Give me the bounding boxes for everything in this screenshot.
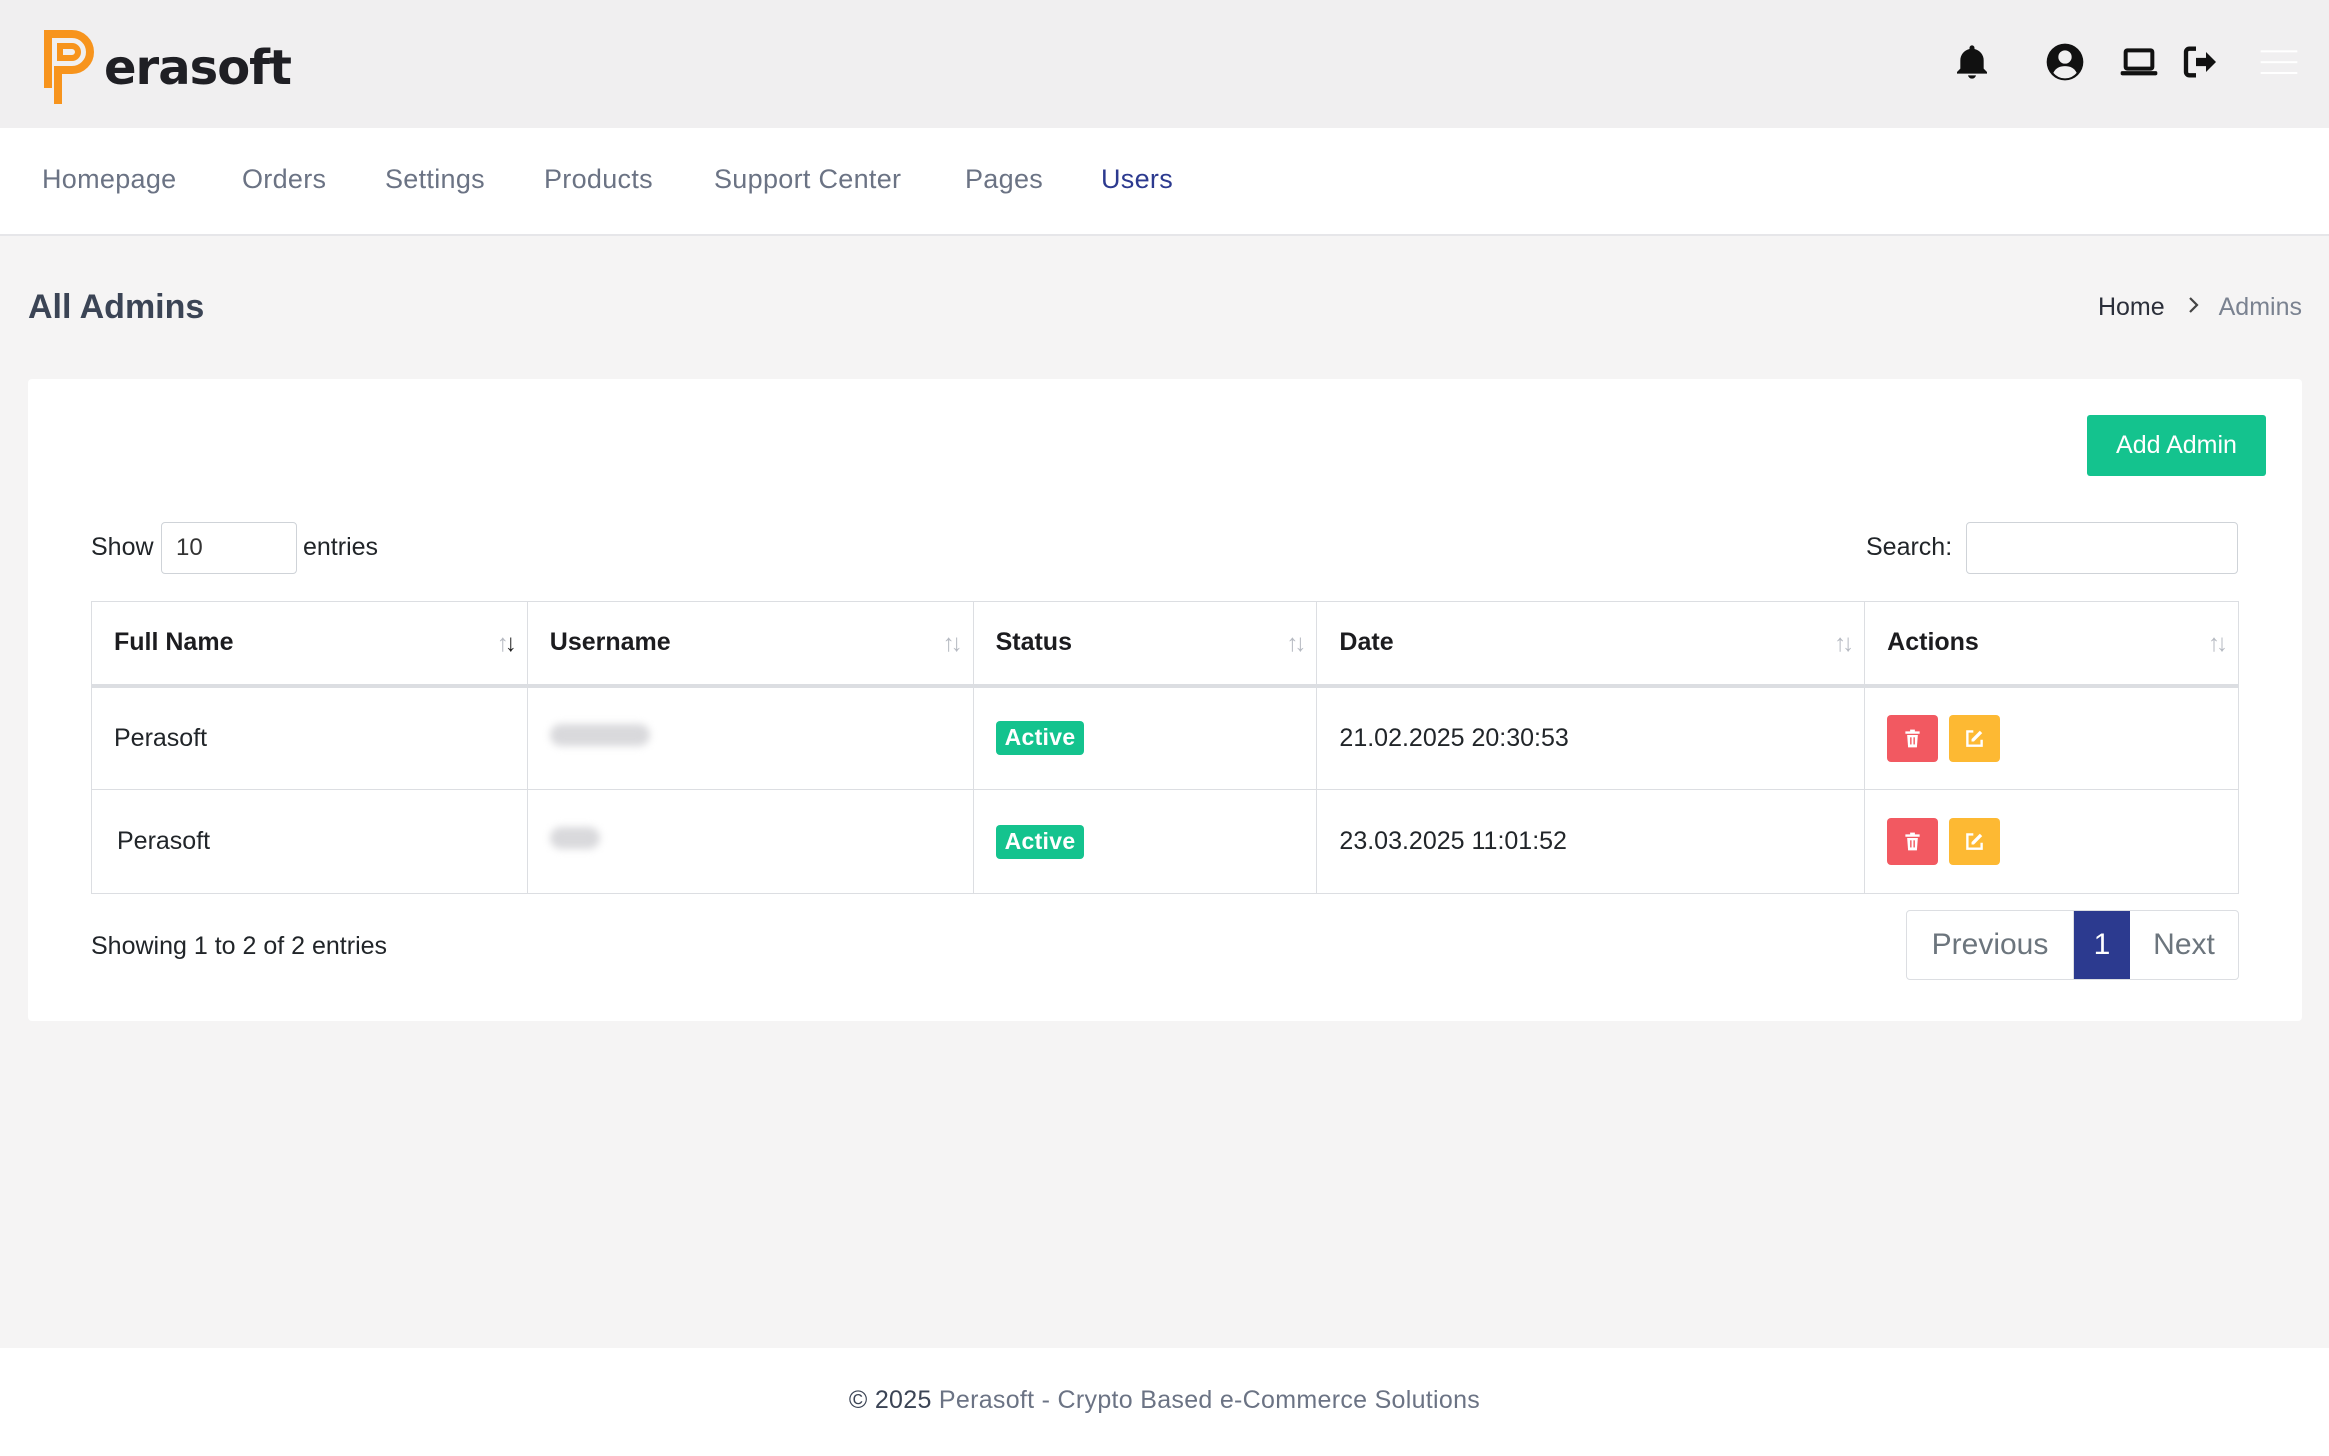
column-label: Status bbox=[995, 628, 1072, 657]
user-circle-icon[interactable] bbox=[2043, 40, 2087, 84]
sort-icon: ↑↓ bbox=[942, 630, 963, 657]
edit-button[interactable] bbox=[1949, 818, 2001, 865]
chevron-right-icon bbox=[2187, 294, 2201, 322]
nav-item-products[interactable]: Products bbox=[544, 164, 653, 195]
edit-icon bbox=[1966, 833, 1983, 850]
nav-item-pages[interactable]: Pages bbox=[965, 164, 1043, 195]
username-cell bbox=[526, 685, 974, 790]
nav-item-homepage[interactable]: Homepage bbox=[42, 164, 177, 195]
column-header-actions[interactable]: Actions ↑↓ bbox=[1864, 601, 2239, 688]
table-row: Perasoft Active 21.02.2025 20:30:53 bbox=[91, 685, 2239, 790]
trash-icon bbox=[1905, 729, 1920, 748]
sort-icon: ↑↓ bbox=[1286, 630, 1306, 657]
show-label: Show bbox=[91, 533, 154, 561]
full-name-cell: Perasoft bbox=[91, 685, 528, 790]
table-header-row: Full Name ↑↓ Username ↑↓ Status ↑↓ Date … bbox=[91, 601, 2239, 688]
actions-cell bbox=[1864, 789, 2239, 894]
actions-cell bbox=[1864, 685, 2239, 790]
column-label: Date bbox=[1339, 628, 1394, 657]
copyright: © 2025 bbox=[848, 1386, 932, 1414]
entries-label: entries bbox=[303, 533, 379, 561]
nav-item-orders[interactable]: Orders bbox=[242, 164, 326, 195]
blurred-username bbox=[549, 723, 650, 746]
nav-item-settings[interactable]: Settings bbox=[385, 164, 485, 195]
full-name-cell: Perasoft bbox=[91, 789, 528, 894]
nav-item-users[interactable]: Users bbox=[1101, 164, 1173, 195]
page-title: All Admins bbox=[28, 288, 205, 326]
search-input[interactable] bbox=[1966, 522, 2238, 574]
breadcrumb-current: Admins bbox=[2218, 293, 2302, 321]
header-icons bbox=[0, 40, 2329, 88]
search-label: Search: bbox=[1866, 533, 1953, 561]
logout-icon[interactable] bbox=[2179, 40, 2223, 84]
delete-button[interactable] bbox=[1887, 714, 1939, 762]
sort-icon: ↑↓ bbox=[2208, 630, 2228, 657]
date-cell: 23.03.2025 11:01:52 bbox=[1316, 789, 1866, 894]
laptop-icon[interactable] bbox=[2117, 40, 2161, 84]
nav-item-support-center[interactable]: Support Center bbox=[714, 164, 901, 195]
column-header-username[interactable]: Username ↑↓ bbox=[526, 601, 974, 688]
previous-page-button[interactable]: Previous bbox=[1907, 911, 2074, 979]
username-cell bbox=[526, 789, 974, 894]
edit-button[interactable] bbox=[1949, 714, 2001, 762]
table-row: Perasoft Active 23.03.2025 11:01:52 bbox=[91, 789, 2239, 894]
breadcrumb: Home Admins bbox=[2098, 293, 2302, 322]
column-label: Actions bbox=[1887, 628, 1979, 657]
column-label: Full Name bbox=[114, 628, 234, 657]
page-number-button[interactable]: 1 bbox=[2074, 911, 2130, 979]
column-header-status[interactable]: Status ↑↓ bbox=[972, 601, 1318, 688]
add-admin-button[interactable]: Add Admin bbox=[2087, 415, 2266, 476]
page-footer: © 2025 Perasoft - Crypto Based e-Commerc… bbox=[0, 1348, 2329, 1456]
bell-icon[interactable] bbox=[1950, 40, 1994, 84]
edit-icon bbox=[1966, 729, 1983, 747]
column-label: Username bbox=[549, 628, 671, 657]
status-badge: Active bbox=[995, 824, 1085, 859]
breadcrumb-home-link[interactable]: Home bbox=[2098, 293, 2165, 322]
sort-icon: ↑↓ bbox=[1834, 630, 1854, 657]
column-header-date[interactable]: Date ↑↓ bbox=[1316, 601, 1866, 688]
column-header-full-name[interactable]: Full Name ↑↓ bbox=[91, 601, 528, 688]
table-info: Showing 1 to 2 of 2 entries bbox=[91, 932, 388, 960]
page-size-select[interactable]: 10 bbox=[161, 522, 297, 574]
blurred-username bbox=[549, 827, 600, 849]
sort-desc-icon: ↑↓ bbox=[496, 630, 517, 657]
admins-table: Full Name ↑↓ Username ↑↓ Status ↑↓ Date … bbox=[91, 601, 2239, 894]
pagination: Previous 1 Next bbox=[1906, 910, 2239, 980]
main-navigation: Homepage Orders Settings Products Suppor… bbox=[0, 128, 2329, 236]
next-page-button[interactable]: Next bbox=[2130, 911, 2238, 979]
delete-button[interactable] bbox=[1887, 818, 1939, 865]
date-cell: 21.02.2025 20:30:53 bbox=[1316, 685, 1866, 790]
trash-icon bbox=[1905, 832, 1920, 851]
footer-text: © 2025 Perasoft - Crypto Based e-Commerc… bbox=[0, 1386, 2329, 1415]
hamburger-menu-icon[interactable] bbox=[2257, 40, 2301, 84]
footer-company: Perasoft - Crypto Based e-Commerce Solut… bbox=[938, 1386, 1481, 1414]
top-header: erasoft bbox=[0, 0, 2329, 128]
status-badge: Active bbox=[995, 721, 1085, 756]
